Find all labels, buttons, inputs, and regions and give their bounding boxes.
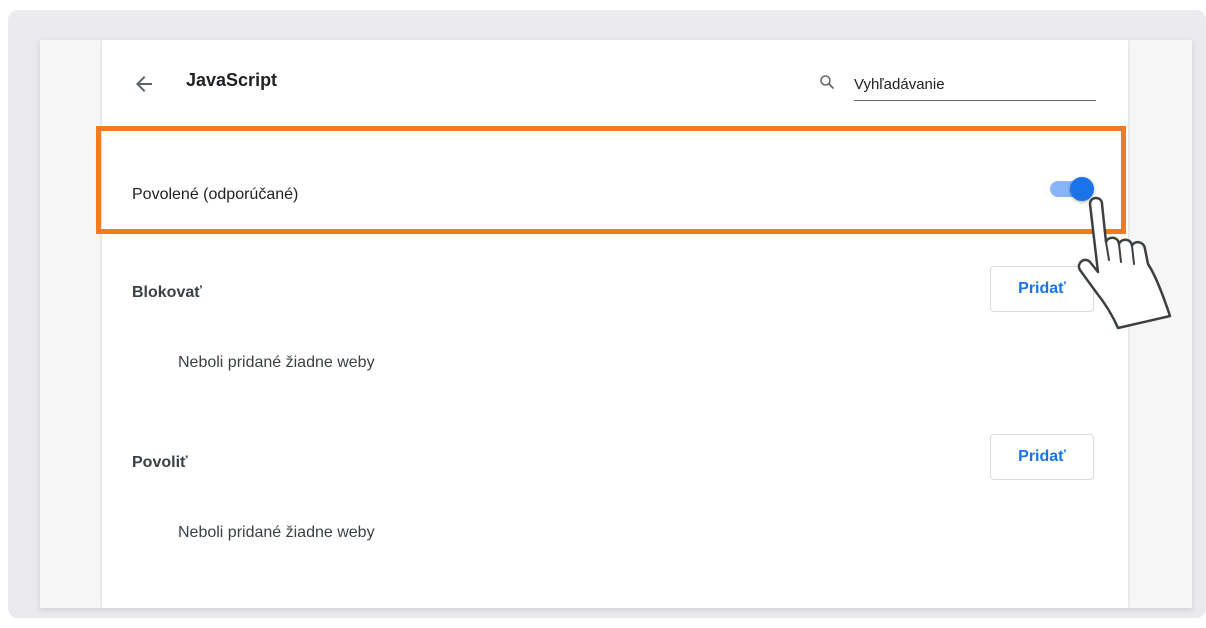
settings-card: JavaScript Povolené (odporúčané) Blokova…: [102, 40, 1128, 608]
search-input[interactable]: [854, 68, 1096, 101]
search-box[interactable]: [818, 68, 1096, 102]
search-icon: [820, 75, 834, 89]
toggle-knob: [1070, 177, 1094, 201]
back-arrow-icon[interactable]: [132, 72, 156, 96]
allow-add-button[interactable]: Pridať: [990, 434, 1094, 480]
allow-section-label: Povoliť: [132, 454, 188, 471]
allowed-setting-label: Povolené (odporúčané): [132, 186, 299, 203]
browser-window: JavaScript Povolené (odporúčané) Blokova…: [40, 40, 1192, 608]
javascript-allowed-toggle[interactable]: [1048, 176, 1094, 202]
screenshot-frame: JavaScript Povolené (odporúčané) Blokova…: [8, 10, 1206, 618]
page-title: JavaScript: [186, 70, 278, 90]
allow-empty-text: Neboli pridané žiadne weby: [178, 524, 375, 541]
block-add-button[interactable]: Pridať: [990, 266, 1094, 312]
block-section-label: Blokovať: [132, 284, 202, 301]
block-empty-text: Neboli pridané žiadne weby: [178, 354, 375, 371]
